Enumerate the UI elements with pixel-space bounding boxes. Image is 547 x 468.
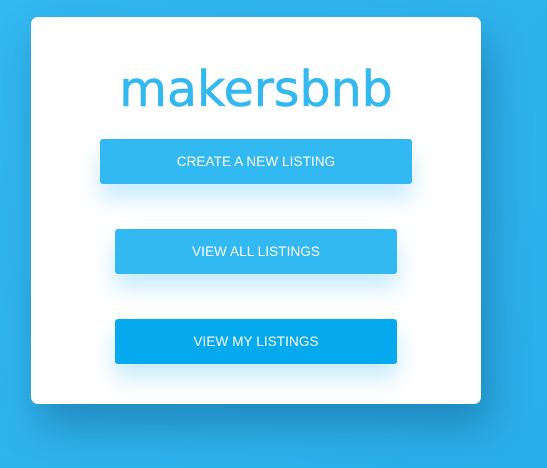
- menu-card: makersbnb CREATE A NEW LISTING VIEW ALL …: [31, 17, 481, 404]
- makersbnb-logo: makersbnb: [31, 59, 481, 121]
- view-all-listings-button[interactable]: VIEW ALL LISTINGS: [115, 229, 397, 274]
- view-my-listings-label: VIEW MY LISTINGS: [193, 334, 319, 349]
- view-my-listings-button[interactable]: VIEW MY LISTINGS: [115, 319, 397, 364]
- create-listing-button[interactable]: CREATE A NEW LISTING: [100, 139, 412, 184]
- page-background: makersbnb CREATE A NEW LISTING VIEW ALL …: [0, 0, 547, 468]
- logo-text: makersbnb: [119, 61, 392, 118]
- logo-svg: makersbnb: [119, 61, 393, 119]
- view-all-listings-label: VIEW ALL LISTINGS: [192, 244, 320, 259]
- create-listing-label: CREATE A NEW LISTING: [176, 154, 336, 169]
